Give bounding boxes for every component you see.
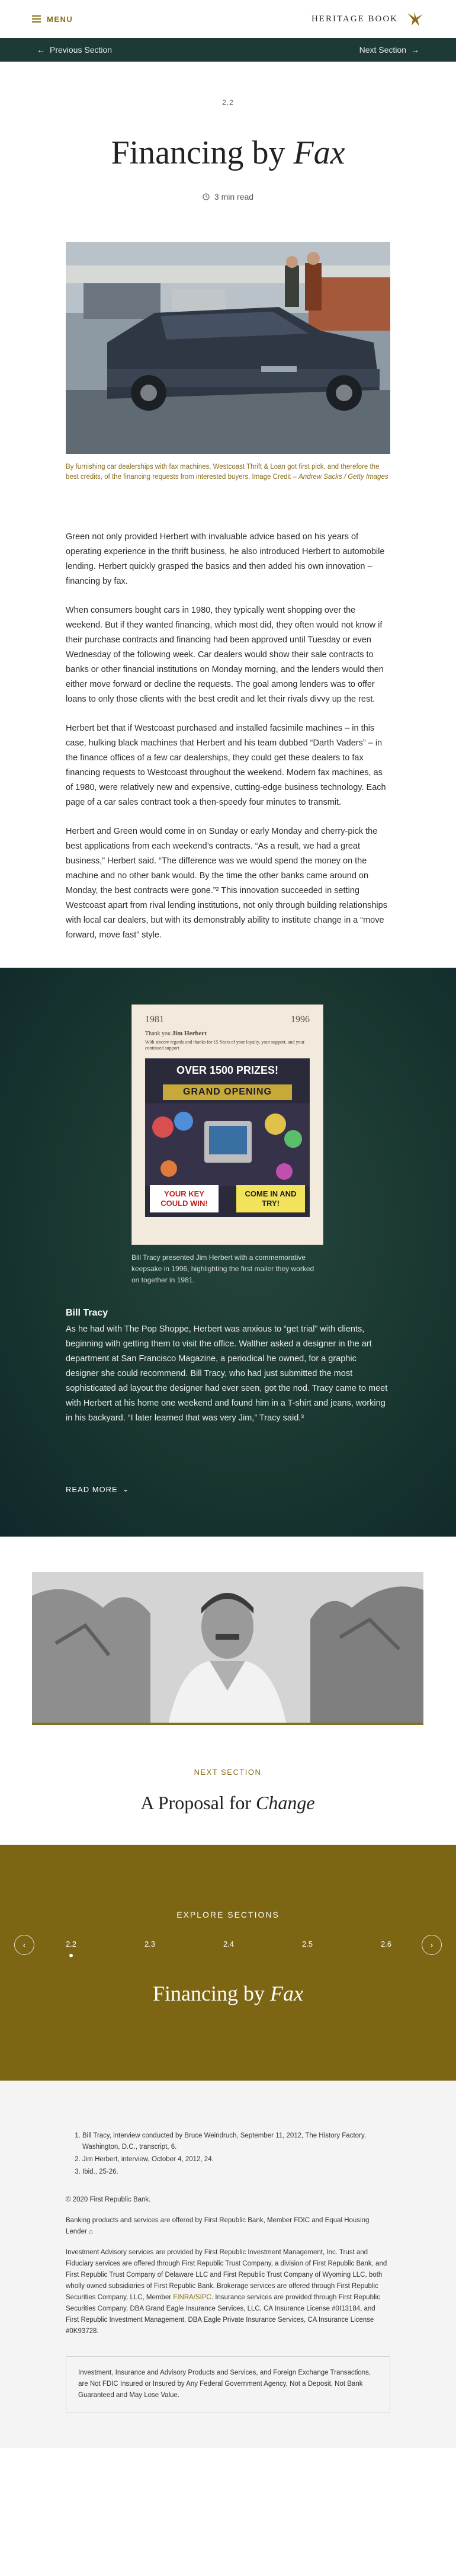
next-section-card: NEXT SECTION A Proposal for Change	[32, 1727, 423, 1844]
mailer-image: OVER 1500 PRIZES! GRAND OPENING YOUR KEY…	[145, 1058, 310, 1217]
explore-sections-label: EXPLORE SECTIONS	[176, 1910, 280, 1919]
explore-section-item[interactable]: 2.6	[380, 1940, 392, 1948]
next-section-label: NEXT SECTION	[194, 1768, 262, 1777]
explore-section-item[interactable]: 2.2	[65, 1940, 77, 1957]
brand-name: HERITAGE BOOK	[311, 14, 398, 24]
explore-prev-button[interactable]: ‹	[14, 1935, 34, 1955]
read-time-label: 3 min read	[214, 192, 254, 201]
next-section-title: A Proposal for Change	[32, 1792, 423, 1814]
keepsake-year-left: 1981	[145, 1015, 164, 1025]
chapter-number: 2.2	[222, 98, 234, 107]
footnote-item: Jim Herbert, interview, October 4, 2012,…	[82, 2154, 390, 2165]
hero-photo	[66, 242, 390, 454]
banking-text: Banking products and services are offere…	[66, 2217, 370, 2235]
paragraph: Herbert and Green would come in on Sunda…	[66, 827, 387, 940]
read-time: 3 min read	[0, 192, 456, 201]
site-header: MENU HERITAGE BOOK	[0, 0, 456, 38]
explore-section-item[interactable]: 2.5	[301, 1940, 313, 1948]
balloons-graphic	[145, 1103, 310, 1186]
car-dealership-photo	[66, 242, 390, 454]
next-title-main: A Proposal for	[140, 1792, 256, 1813]
footnotes-list: Bill Tracy, interview conducted by Bruce…	[66, 2130, 390, 2178]
next-section-label: Next Section	[359, 45, 406, 55]
legal-text: © 2020 First Republic Bank. Banking prod…	[66, 2194, 390, 2337]
mailer-sign-left: YOUR KEY COULD WIN!	[150, 1185, 219, 1212]
arrow-left-icon: ‹	[23, 1940, 26, 1950]
paragraph: When consumers bought cars in 1980, they…	[66, 606, 384, 704]
next-section-teaser[interactable]: NEXT SECTION A Proposal for Change	[0, 1537, 456, 1845]
copyright: © 2020 First Republic Bank.	[66, 2196, 151, 2203]
keepsake-caption: Bill Tracy presented Jim Herbert with a …	[131, 1253, 314, 1284]
menu-label: MENU	[47, 14, 73, 24]
mailer-banner-top: OVER 1500 PRIZES!	[176, 1064, 279, 1076]
bill-tracy-text: As he had with The Pop Shoppe, Herbert w…	[66, 1324, 388, 1423]
keepsake-image: 1981 1996 Thank you Jim Herbert With sin…	[131, 1004, 323, 1245]
menu-button[interactable]: MENU	[32, 15, 73, 24]
explore-section-item[interactable]: 2.3	[144, 1940, 156, 1948]
hero-figure: By furnishing car dealerships with fax m…	[66, 242, 390, 482]
site-footer: Bill Tracy, interview conducted by Bruce…	[0, 2081, 456, 2448]
keepsake-thanks-prefix: Thank you	[145, 1031, 171, 1037]
keepsake-year-right: 1996	[291, 1015, 310, 1025]
investment-disclosure: Investment Advisory services are provide…	[66, 2247, 390, 2337]
read-more-button[interactable]: READ MORE ⌄	[66, 1484, 130, 1494]
keepsake-thanks-name: Jim Herbert	[172, 1030, 207, 1037]
hamburger-icon	[32, 15, 41, 23]
portrait-photo	[32, 1572, 423, 1723]
bill-tracy-heading: Bill Tracy	[66, 1308, 108, 1318]
title-main: Financing by	[111, 135, 294, 171]
brand[interactable]: HERITAGE BOOK	[312, 11, 424, 27]
next-section-link[interactable]: Next Section →	[359, 45, 419, 55]
hero-caption-credit: Andrew Sacks / Getty Images	[298, 473, 388, 481]
footnote-item: Bill Tracy, interview conducted by Bruce…	[82, 2130, 390, 2153]
mailer-banner-grand: GRAND OPENING	[163, 1084, 292, 1100]
explore-section-list: 2.2 2.3 2.4 2.5 2.6	[65, 1940, 392, 1957]
previous-section-label: Previous Section	[50, 45, 113, 55]
arrow-left-icon: ←	[37, 45, 45, 55]
next-section-photo	[32, 1572, 423, 1725]
paragraph: Herbert bet that if Westcoast purchased …	[66, 724, 386, 807]
next-title-emphasis: Change	[256, 1792, 315, 1813]
explore-current-title[interactable]: Financing by Fax	[0, 1981, 456, 2006]
title-emphasis: Fax	[293, 135, 345, 171]
hero-caption: By furnishing car dealerships with fax m…	[66, 462, 390, 482]
arrow-right-icon: ›	[430, 1940, 433, 1950]
banking-disclosure: Banking products and services are offere…	[66, 2215, 390, 2238]
clock-icon	[203, 193, 210, 200]
explore-section-item[interactable]: 2.4	[223, 1940, 235, 1948]
mailer-sign-right: COME IN AND TRY!	[236, 1185, 305, 1212]
chevron-down-icon: ⌄	[122, 1484, 130, 1493]
eagle-logo-icon	[407, 12, 423, 26]
article-body: Green not only provided Herbert with inv…	[66, 530, 390, 943]
explore-title-emphasis: Fax	[270, 1982, 303, 2005]
finra-link[interactable]: FINRA/SIPC	[173, 2294, 211, 2301]
footnote-item: Ibid., 25-26.	[82, 2167, 390, 2178]
section-navigation: ← Previous Section Next Section →	[0, 38, 456, 62]
explore-sections: EXPLORE SECTIONS ‹ › 2.2 2.3 2.4 2.5 2.6…	[0, 1845, 456, 2081]
paragraph: Green not only provided Herbert with inv…	[66, 532, 385, 586]
investment-text-pre: Investment Advisory services are provide…	[66, 2249, 387, 2301]
page-title: Financing by Fax	[0, 134, 456, 172]
equal-housing-icon: ⌂	[89, 2228, 93, 2235]
arrow-right-icon: →	[411, 45, 419, 55]
bill-tracy-feature: 1981 1996 Thank you Jim Herbert With sin…	[0, 968, 456, 1537]
disclaimer-box: Investment, Insurance and Advisory Produ…	[66, 2356, 390, 2412]
keepsake-thanks-lines: With sincere regards and thanks for 15 Y…	[145, 1039, 305, 1051]
previous-section-link[interactable]: ← Previous Section	[37, 45, 112, 55]
read-more-label: READ MORE	[66, 1484, 118, 1494]
explore-next-button[interactable]: ›	[422, 1935, 442, 1955]
explore-title-main: Financing by	[153, 1982, 270, 2005]
